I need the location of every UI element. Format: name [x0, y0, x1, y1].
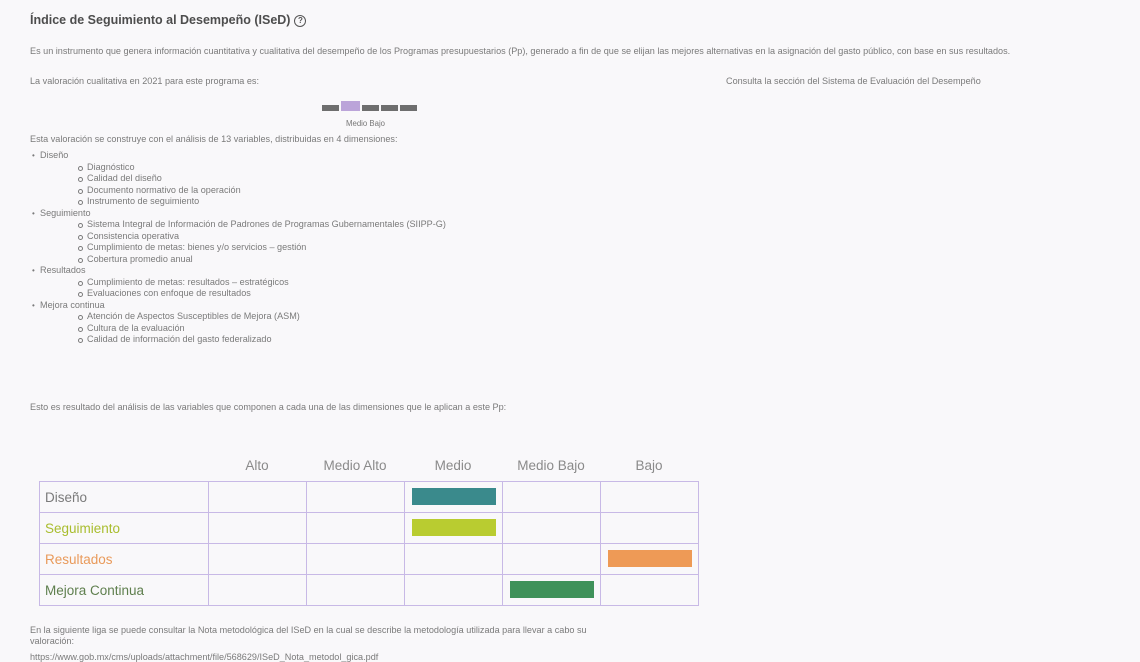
grid-cell [600, 574, 699, 606]
section-title-text: Índice de Seguimiento al Desempeño (ISeD… [30, 13, 291, 27]
grid-cell [208, 543, 307, 575]
grid-column-header: Medio [434, 458, 472, 473]
grid-row-label: Mejora Continua [39, 574, 209, 606]
level-bar [412, 519, 496, 536]
valoracion-meter [322, 101, 422, 115]
variable-item: Cultura de la evaluación [40, 323, 446, 335]
grid-row-label: Diseño [39, 481, 209, 513]
valoracion-text: La valoración cualitativa en 2021 para e… [30, 76, 259, 86]
grid-cell [502, 574, 601, 606]
grid-cell [404, 512, 503, 544]
meter-segment [322, 105, 339, 111]
dimension-item: Resultados Cumplimiento de metas: resulta… [30, 265, 446, 300]
grid-cell [404, 543, 503, 575]
meter-segment [381, 105, 398, 111]
grid-column-header: Bajo [635, 458, 663, 473]
grid-row: Diseño [39, 481, 699, 513]
nota-text: En la siguiente liga se puede consultar … [30, 625, 587, 647]
resultado-text: Esto es resultado del análisis de las va… [30, 402, 507, 412]
grid-column-header: Medio Alto [323, 458, 387, 473]
level-bar [608, 550, 692, 567]
nota-text-line-1: En la siguiente liga se puede consultar … [30, 625, 587, 635]
grid-cell [306, 481, 405, 513]
grid-cell [306, 512, 405, 544]
variable-item: Documento normativo de la operación [40, 185, 446, 197]
grid-cell [502, 543, 601, 575]
grid-column-header: Alto [245, 458, 269, 473]
question-circle-icon[interactable]: ? [294, 15, 307, 27]
section-title: Índice de Seguimiento al Desempeño (ISeD… [30, 13, 307, 27]
grid-cell [600, 543, 699, 575]
dimension-name: Seguimiento [40, 207, 91, 218]
grid-cell [502, 512, 601, 544]
variable-item: Diagnóstico [40, 162, 446, 174]
grid-cell [306, 574, 405, 606]
dimension-name: Resultados [40, 265, 86, 275]
ised-section: Índice de Seguimiento al Desempeño (ISeD… [30, 0, 1138, 662]
consulta-link[interactable]: Consulta la sección del Sistema de Evalu… [726, 76, 981, 86]
grid-row-label: Resultados [39, 543, 209, 575]
grid-cell [208, 512, 307, 544]
variable-item: Atención de Aspectos Susceptibles de Mej… [40, 311, 446, 323]
meter-label: Medio Bajo [346, 119, 386, 128]
variable-list: Diagnóstico Calidad del diseño Documento n… [40, 162, 446, 208]
grid-cell [404, 574, 503, 606]
grid-row: Resultados [39, 543, 699, 575]
variable-item: Cobertura promedio anual [40, 254, 446, 266]
grid-cell [502, 481, 601, 513]
grid-column-header: Medio Bajo [517, 458, 585, 473]
grid-row-label: Seguimiento [39, 512, 209, 544]
dimension-item: SeguimientoSistema Integral de Informaci… [30, 208, 446, 266]
variable-item: Instrumento de seguimiento [40, 196, 446, 208]
construye-text: Esta valoración se construye con el anál… [30, 134, 398, 144]
meter-segment [341, 101, 360, 111]
variable-item: Sistema Integral de Información de Padro… [40, 219, 446, 231]
dimensions-list: Diseño DiagnósticoCalidad del diseñoDocum… [30, 150, 446, 346]
variable-list: Atención de Aspectos Susceptibles de Mej… [40, 311, 446, 346]
grid-cell [208, 481, 307, 513]
level-bar [510, 581, 594, 598]
intro-text: Es un instrumento que genera información… [30, 46, 1011, 56]
grid-row: Mejora Continua [39, 574, 699, 606]
variable-item: Calidad del diseño [40, 173, 446, 185]
variable-item: Calidad de información del gasto federal… [40, 334, 446, 346]
grid-cell [600, 512, 699, 544]
dimension-name: Diseño [40, 150, 69, 160]
variable-list: Cumplimiento de metas: resultados – estr… [40, 277, 446, 300]
variable-item: Consistencia operativa [40, 231, 446, 243]
variable-item: Evaluaciones con enfoque de resultados [40, 288, 446, 300]
meter-segment [400, 105, 417, 111]
grid-cell [404, 481, 503, 513]
dimension-grid: Diseño Seguimiento Resultados Mejora Contin… [39, 481, 699, 606]
dimension-item: Mejora continuaAtención de Aspectos Susc… [30, 300, 446, 346]
dimension-name: Mejora continua [40, 299, 105, 310]
meter-segment [362, 105, 379, 111]
variable-item: Cumplimiento de metas: bienes y/o servic… [40, 242, 446, 254]
nota-text-line-2: valoración: [30, 636, 74, 646]
grid-row: Seguimiento [39, 512, 699, 544]
grid-cell [208, 574, 307, 606]
dimension-item: Diseño DiagnósticoCalidad del diseñoDocum… [30, 150, 446, 208]
variable-list: Sistema Integral de Información de Padro… [40, 219, 446, 265]
variable-item: Cumplimiento de metas: resultados – estr… [40, 277, 446, 289]
grid-cell [600, 481, 699, 513]
level-bar [412, 488, 496, 505]
grid-cell [306, 543, 405, 575]
